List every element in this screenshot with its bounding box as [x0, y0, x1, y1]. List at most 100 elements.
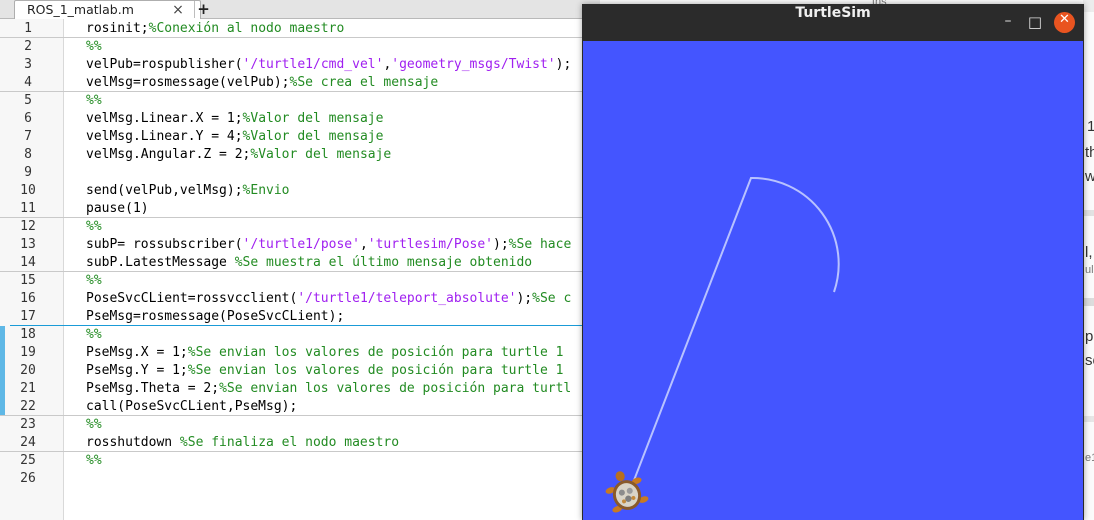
line-number: 18 — [20, 327, 36, 342]
code-token: pause(1) — [86, 201, 149, 216]
comment-token: %Se c — [532, 291, 572, 306]
code-line[interactable]: 17 PseMsg=rosmessage(PoseSvcCLient); — [0, 308, 600, 326]
string-token: '/turtle1/teleport_absolute' — [297, 291, 517, 306]
code-text: PseMsg.Theta = 2;%Se envian los valores … — [86, 380, 571, 398]
comment-token: %Se crea el mensaje — [289, 75, 439, 90]
bg-text-fragment: p — [1085, 328, 1094, 345]
close-icon[interactable]: ✕ — [1054, 12, 1075, 33]
code-token: ); — [493, 237, 509, 252]
code-text: PoseSvcCLient=rossvcclient('/turtle1/tel… — [86, 290, 571, 308]
bg-divider — [1083, 298, 1094, 306]
cell-divider — [0, 451, 600, 452]
line-number: 12 — [20, 219, 36, 234]
string-token: '/turtle1/pose' — [242, 237, 360, 252]
window-titlebar[interactable]: TurtleSim – □ ✕ — [583, 5, 1083, 41]
code-text: %% — [86, 452, 102, 470]
code-line[interactable]: 26 — [0, 470, 600, 488]
comment-token: %% — [86, 219, 102, 234]
comment-token: %% — [86, 327, 102, 342]
code-text: subP= rossubscriber('/turtle1/pose','tur… — [86, 236, 571, 254]
code-line[interactable]: 6 velMsg.Linear.X = 1;%Valor del mensaje — [0, 110, 600, 128]
comment-token: %Se muestra el último mensaje obtenido — [234, 255, 533, 270]
code-line[interactable]: 8 velMsg.Angular.Z = 2;%Valor del mensaje — [0, 146, 600, 164]
code-line[interactable]: 7 velMsg.Linear.Y = 4;%Valor del mensaje — [0, 128, 600, 146]
code-line[interactable]: 11 pause(1) — [0, 200, 600, 218]
comment-token: %Se envian los valores de posición para … — [187, 363, 564, 378]
new-tab-button[interactable]: + — [194, 1, 212, 18]
cell-divider — [0, 271, 600, 272]
line-number: 24 — [20, 435, 36, 450]
code-line[interactable]: 24 rosshutdown %Se finaliza el nodo maest… — [0, 434, 600, 452]
code-editor: ROS_1_matlab.m × + 1 rosinit;%Conexión al… — [0, 0, 600, 520]
line-number: 9 — [24, 165, 32, 180]
code-token: PseMsg=rosmessage(PoseSvcCLient); — [86, 309, 345, 324]
bg-divider — [1083, 416, 1094, 422]
code-token: PseMsg.Y = 1; — [86, 363, 188, 378]
line-number: 4 — [24, 75, 32, 90]
code-line[interactable]: 1 rosinit;%Conexión al nodo maestro — [0, 20, 600, 38]
minimize-icon[interactable]: – — [998, 13, 1018, 33]
code-text: %% — [86, 92, 102, 110]
code-line[interactable]: 14 subP.LatestMessage %Se muestra el últi… — [0, 254, 600, 272]
active-cell-border — [10, 325, 600, 326]
cell-divider — [0, 91, 600, 92]
code-line[interactable]: 13 subP= rossubscriber('/turtle1/pose','t… — [0, 236, 600, 254]
code-line[interactable]: 16 PoseSvcCLient=rossvcclient('/turtle1/t… — [0, 290, 600, 308]
comment-token: %% — [86, 93, 102, 108]
line-number: 14 — [20, 255, 36, 270]
active-cell-indicator — [0, 326, 5, 415]
cell-divider — [0, 415, 600, 416]
code-line[interactable]: 25%% — [0, 452, 600, 470]
code-line[interactable]: 10 send(velPub,velMsg);%Envio — [0, 182, 600, 200]
line-number: 10 — [20, 183, 36, 198]
code-text: velMsg.Linear.X = 1;%Valor del mensaje — [86, 110, 383, 128]
close-tab-icon[interactable]: × — [170, 2, 186, 18]
code-text: %% — [86, 272, 102, 290]
code-text: %% — [86, 326, 102, 344]
bg-text-fragment: ul — [1085, 264, 1094, 276]
line-number: 26 — [20, 471, 36, 486]
code-token: rosinit; — [86, 21, 149, 36]
code-text: velMsg.Angular.Z = 2;%Valor del mensaje — [86, 146, 391, 164]
comment-token: %Se envian los valores de posición para … — [187, 345, 564, 360]
line-number: 5 — [24, 93, 32, 108]
line-number: 1 — [24, 21, 32, 36]
code-token: PseMsg.X = 1; — [86, 345, 188, 360]
line-number: 3 — [24, 57, 32, 72]
turtle-icon — [605, 471, 649, 513]
code-line[interactable]: 18%% — [0, 326, 600, 344]
code-line[interactable]: 5%% — [0, 92, 600, 110]
code-area[interactable]: 1 rosinit;%Conexión al nodo maestro 2%% 3 ve… — [0, 19, 600, 520]
line-number: 20 — [20, 363, 36, 378]
code-line[interactable]: 15%% — [0, 272, 600, 290]
comment-token: %Se hace — [508, 237, 572, 252]
maximize-icon[interactable]: □ — [1025, 13, 1045, 33]
line-number: 6 — [24, 111, 32, 126]
bg-text-fragment: 1 v — [1087, 118, 1094, 135]
code-line[interactable]: 21 PseMsg.Theta = 2;%Se envian los valore… — [0, 380, 600, 398]
code-line[interactable]: 19 PseMsg.X = 1;%Se envian los valores de… — [0, 344, 600, 362]
code-line[interactable]: 4 velMsg=rosmessage(velPub);%Se crea el m… — [0, 74, 600, 92]
code-text: PseMsg=rosmessage(PoseSvcCLient); — [86, 308, 344, 326]
turtlesim-window: TurtleSim – □ ✕ — [582, 4, 1084, 520]
comment-token: %Conexión al nodo maestro — [148, 21, 345, 36]
bg-text-fragment: th — [1085, 144, 1094, 161]
code-token: ); — [516, 291, 533, 306]
code-line[interactable]: 3 velPub=rospublisher('/turtle1/cmd_vel',… — [0, 56, 600, 74]
line-number: 22 — [20, 399, 36, 414]
code-line[interactable]: 9 — [0, 164, 600, 182]
line-number: 21 — [20, 381, 36, 396]
code-token: subP= rossubscriber( — [86, 237, 243, 252]
file-tab[interactable]: ROS_1_matlab.m × — [14, 0, 201, 19]
comment-token: %Se envian los valores de posición para … — [219, 381, 572, 396]
code-line[interactable]: 23%% — [0, 416, 600, 434]
code-line[interactable]: 12%% — [0, 218, 600, 236]
line-number: 8 — [24, 147, 32, 162]
code-token: velPub=rospublisher( — [86, 57, 243, 72]
editor-tab-bar: ROS_1_matlab.m × + — [0, 0, 600, 19]
code-line[interactable]: 20 PseMsg.Y = 1;%Se envian los valores de… — [0, 362, 600, 380]
code-line[interactable]: 2%% — [0, 38, 600, 56]
code-line[interactable]: 22 call(PoseSvcCLient,PseMsg); — [0, 398, 600, 416]
bg-text-fragment: l, — [1085, 244, 1093, 261]
turtle-trail — [630, 176, 840, 489]
